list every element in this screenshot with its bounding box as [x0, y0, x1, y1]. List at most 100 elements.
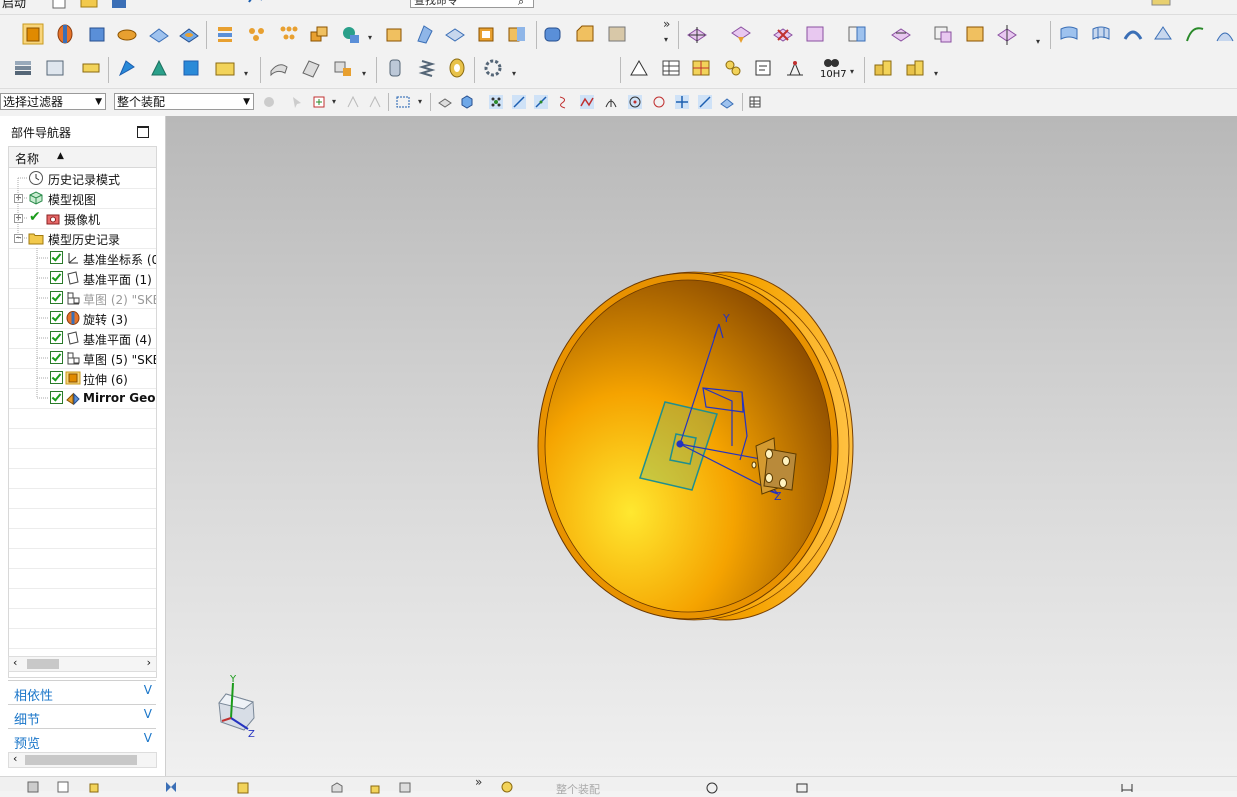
scroll-left-icon[interactable]: ‹ — [13, 656, 17, 669]
select-face-icon[interactable] — [438, 95, 452, 109]
annotation-text-icon[interactable] — [214, 57, 236, 79]
pad-icon[interactable] — [148, 23, 170, 45]
wcs-origin-icon[interactable] — [148, 57, 170, 79]
sweep-icon[interactable] — [1122, 23, 1144, 45]
snap-cursor-icon[interactable] — [368, 95, 382, 109]
trim-body-icon[interactable] — [340, 23, 362, 45]
pack-components-icon[interactable] — [872, 57, 894, 79]
snap-existing-point-icon[interactable] — [675, 95, 689, 109]
box-icon[interactable] — [384, 23, 406, 45]
visibility-checkbox[interactable] — [50, 371, 63, 384]
spring-icon[interactable] — [416, 57, 438, 79]
snap-arc-center-icon[interactable] — [604, 95, 618, 109]
expand-icon[interactable]: + — [14, 194, 23, 203]
tree-row[interactable]: − 模型历史记录 — [9, 228, 156, 249]
bottom-scrollbar[interactable]: ‹ — [8, 752, 157, 768]
snap-on-surface-icon[interactable] — [720, 95, 734, 109]
tree-row[interactable]: 拉伸 (6) — [9, 368, 156, 389]
maximize-icon[interactable] — [137, 126, 149, 138]
tree-row[interactable]: 草图 (2) "SKETCH_000" — [9, 288, 156, 309]
visibility-checkbox[interactable] — [50, 391, 63, 404]
visibility-checkbox[interactable] — [50, 251, 63, 264]
command-finder-input[interactable]: 查找命令 — [410, 0, 534, 8]
section-details[interactable]: 细节 V — [8, 704, 156, 728]
visibility-checkbox[interactable] — [50, 311, 63, 324]
tree-row[interactable]: 草图 (5) "SKETCH_001" — [9, 348, 156, 369]
hole-table-icon[interactable] — [722, 57, 744, 79]
constraints-icon[interactable] — [846, 23, 868, 45]
curve-on-surface-icon[interactable] — [1184, 23, 1206, 45]
add-icon[interactable] — [88, 780, 102, 794]
wcs-orient-icon[interactable] — [180, 57, 202, 79]
visibility-checkbox[interactable] — [50, 331, 63, 344]
expand-icon[interactable]: + — [14, 214, 23, 223]
snap-control-point-icon[interactable] — [556, 95, 570, 109]
tree-row[interactable]: 历史记录模式 — [9, 168, 156, 189]
measure-icon[interactable] — [1150, 0, 1172, 12]
circle-icon[interactable] — [705, 780, 719, 794]
silhouette-flange-icon[interactable] — [1214, 23, 1236, 45]
visibility-checkbox[interactable] — [50, 271, 63, 284]
revolve-icon[interactable] — [54, 23, 76, 45]
snap-endpoint-icon[interactable] — [512, 95, 526, 109]
ruled-surface-icon[interactable] — [300, 57, 322, 79]
layer-settings-icon[interactable] — [12, 57, 34, 79]
surface-through-curves-icon[interactable] — [1058, 23, 1080, 45]
delete-component-icon[interactable] — [772, 23, 794, 45]
scrollbar-thumb[interactable] — [27, 659, 59, 669]
section-preview[interactable]: 预览 V — [8, 728, 156, 752]
select-component-icon[interactable] — [312, 95, 326, 109]
snap-enable-icon[interactable] — [489, 95, 503, 109]
body-icon[interactable] — [330, 780, 344, 794]
filter-settings-icon[interactable] — [262, 95, 276, 109]
collapse-icon[interactable]: − — [14, 234, 23, 243]
snap-quadrant-icon[interactable] — [652, 95, 666, 109]
grid-point-icon[interactable] — [690, 57, 712, 79]
visibility-checkbox[interactable] — [50, 351, 63, 364]
tree-row[interactable]: Mirror Geometry (7) — [9, 388, 156, 409]
snap-midpoint-icon[interactable] — [534, 95, 548, 109]
component-icon[interactable] — [26, 780, 40, 794]
selection-filter-dropdown[interactable]: 选择过滤器 ▼ — [0, 93, 106, 110]
chamfer-icon[interactable] — [574, 23, 596, 45]
sew-icon[interactable] — [606, 23, 628, 45]
open-folder-icon[interactable] — [78, 0, 100, 12]
surface-mesh-icon[interactable] — [1090, 23, 1112, 45]
tree-row[interactable]: 基准坐标系 (0) — [9, 248, 156, 269]
move-component-icon[interactable] — [686, 23, 708, 45]
dimension-icon[interactable] — [1120, 780, 1134, 794]
layer-visible-icon[interactable] — [44, 57, 66, 79]
fill-surface-icon[interactable] — [268, 57, 290, 79]
tree-row[interactable]: + ✔ 摄像机 — [9, 208, 156, 229]
bearing-icon[interactable] — [446, 57, 468, 79]
assembly-sequence-icon[interactable] — [964, 23, 986, 45]
snap-on-curve-icon[interactable] — [698, 95, 712, 109]
visibility-checkbox[interactable] — [50, 291, 63, 304]
select-body-icon[interactable] — [460, 95, 474, 109]
pattern-geometry-icon[interactable] — [278, 23, 300, 45]
rectangle-icon[interactable] — [795, 780, 809, 794]
search-icon[interactable]: ⌕ — [518, 0, 524, 9]
add-component-icon[interactable] — [730, 23, 752, 45]
extract-geometry-icon[interactable] — [332, 57, 354, 79]
gear-modeling-icon[interactable] — [482, 57, 504, 79]
scroll-right-icon[interactable]: › — [147, 656, 151, 669]
scrollbar-thumb[interactable] — [25, 755, 137, 765]
new-file-icon[interactable] — [48, 0, 70, 12]
wcs-dynamic-icon[interactable] — [116, 57, 138, 79]
exploded-view-icon[interactable] — [996, 23, 1018, 45]
edge-blend-icon[interactable] — [542, 23, 564, 45]
pattern-feature-icon[interactable] — [246, 23, 268, 45]
note-icon[interactable] — [752, 57, 774, 79]
face-icon[interactable] — [414, 23, 436, 45]
unite-icon[interactable] — [308, 23, 330, 45]
explosion-icon[interactable] — [500, 780, 514, 794]
view-triad[interactable] — [218, 682, 255, 731]
surface-finish-icon[interactable] — [784, 57, 806, 79]
model-canvas[interactable]: Y Z Y Z — [166, 116, 1237, 776]
snap-point-icon[interactable] — [346, 95, 360, 109]
snap-center-icon[interactable] — [628, 95, 642, 109]
unpack-components-icon[interactable] — [904, 57, 926, 79]
tree-row[interactable]: 基准平面 (1) — [9, 268, 156, 289]
block-icon[interactable] — [86, 23, 108, 45]
